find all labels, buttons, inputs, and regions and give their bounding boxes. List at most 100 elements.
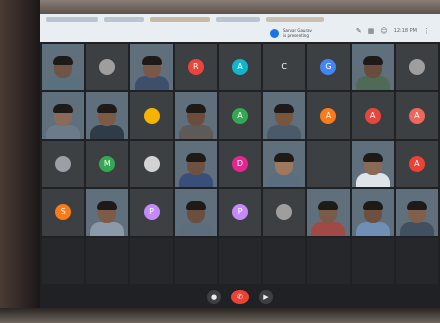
presenter-status: is presenting [283,33,309,38]
participant-hair [274,152,295,162]
participant-avatar-tile[interactable] [307,140,350,188]
participant-avatar-tile[interactable] [130,92,173,139]
participant-avatar: M [99,155,116,172]
meeting-clock: 12:18 PM [393,28,417,34]
participant-video-tile[interactable] [395,189,438,236]
bookmark-chip[interactable] [216,17,260,22]
participant-video-tile[interactable] [174,140,217,188]
microphone-button[interactable]: ● [207,290,221,304]
camera-button[interactable]: ▶ [259,290,273,304]
participant-avatar-tile[interactable]: C [263,44,306,91]
empty-tile [174,237,217,284]
laptop-frame-bottom [0,308,440,323]
participant-avatar: A [408,155,425,172]
participant-video-tile[interactable] [86,92,129,139]
participant-avatar-tile[interactable] [130,140,173,188]
participant-hair [362,152,383,162]
bookmark-chip[interactable] [150,17,210,22]
participant-avatar [276,204,293,221]
participant-avatar-tile[interactable]: A [395,92,438,139]
participant-video-tile[interactable] [307,189,350,236]
layout-icon[interactable]: ▦ [368,27,375,35]
participant-avatar-tile[interactable]: S [42,189,85,236]
participant-avatar: A [364,107,381,124]
participant-avatar-tile[interactable]: A [307,92,350,139]
empty-tile [42,237,85,284]
participant-avatar [320,155,337,172]
participant-avatar-tile[interactable] [86,44,129,91]
participant-video-tile[interactable] [351,44,394,91]
participant-avatar-tile[interactable]: G [307,44,350,91]
end-call-button[interactable]: ✆ [231,290,249,304]
participant-body [178,173,213,188]
participant-avatar: P [231,204,248,221]
participant-avatar: P [143,204,160,221]
participant-hair [53,56,74,66]
participant-body [178,221,213,236]
participant-avatar-tile[interactable]: D [218,140,262,188]
participant-hair [185,201,206,211]
participant-avatar-tile[interactable] [42,140,85,188]
participant-avatar-tile[interactable]: A [218,92,262,139]
participant-avatar: A [408,107,425,124]
participant-avatar-tile[interactable]: M [86,140,129,188]
participant-avatar-tile[interactable] [263,189,306,236]
participant-body [46,76,81,91]
participant-avatar: A [231,59,248,76]
empty-tile [86,237,129,284]
empty-tile [351,237,394,284]
participant-body [46,124,81,139]
participant-avatar-tile[interactable]: A [351,92,394,139]
people-icon[interactable]: ☺ [380,27,387,35]
participant-video-tile[interactable] [130,44,173,91]
more-options-icon[interactable]: ⋮ [423,27,430,35]
participant-hair [97,104,118,114]
participant-avatar-tile[interactable]: P [218,189,262,236]
participant-hair [185,104,206,114]
participant-avatar-tile[interactable]: R [174,44,217,91]
bookmark-chip[interactable] [104,17,144,22]
participant-hair [141,56,162,66]
participant-avatar [99,59,116,76]
participant-video-tile[interactable] [351,189,394,236]
participant-video-tile[interactable] [263,92,306,139]
participant-avatar-tile[interactable]: A [218,44,262,91]
bookmark-chip[interactable] [46,17,98,22]
participant-avatar-tile[interactable] [395,44,438,91]
participant-grid: R A C G A A A A M D A S P P [40,44,440,284]
participant-video-tile[interactable] [42,44,85,91]
empty-tile [263,237,306,284]
participant-hair [362,201,383,211]
call-controls: ● ✆ ▶ [40,286,440,308]
participant-body [90,221,125,236]
participant-avatar: R [187,59,204,76]
participant-video-tile[interactable] [86,189,129,236]
participant-hair [185,152,206,162]
bookmark-chip[interactable] [266,17,324,22]
participant-avatar: D [231,155,248,172]
participant-avatar: G [320,59,337,76]
participant-video-tile[interactable] [174,189,217,236]
participant-avatar [55,155,72,172]
participant-avatar-tile[interactable]: A [395,140,438,188]
presenter-indicator: Sarvar Gaurav is presenting [270,26,312,40]
participant-video-tile[interactable] [263,140,306,188]
participant-video-tile[interactable] [174,92,217,139]
participant-hair [97,201,118,211]
participant-hair [53,104,74,114]
participant-video-tile[interactable] [351,140,394,188]
participant-avatar-tile[interactable]: P [130,189,173,236]
participant-video-tile[interactable] [42,92,85,139]
participant-avatar: S [55,204,72,221]
participant-body [267,173,302,188]
participant-avatar [143,107,160,124]
empty-tile [130,237,173,284]
meeting-screen: Sarvar Gaurav is presenting ✎ ▦ ☺ 12:18 … [40,14,440,308]
empty-tile [218,237,262,284]
empty-tile [307,237,350,284]
presenter-avatar [270,28,279,38]
pin-icon[interactable]: ✎ [356,27,362,35]
browser-top-bar: Sarvar Gaurav is presenting ✎ ▦ ☺ 12:18 … [40,14,440,42]
participant-avatar: A [231,107,248,124]
participant-body [267,124,302,139]
